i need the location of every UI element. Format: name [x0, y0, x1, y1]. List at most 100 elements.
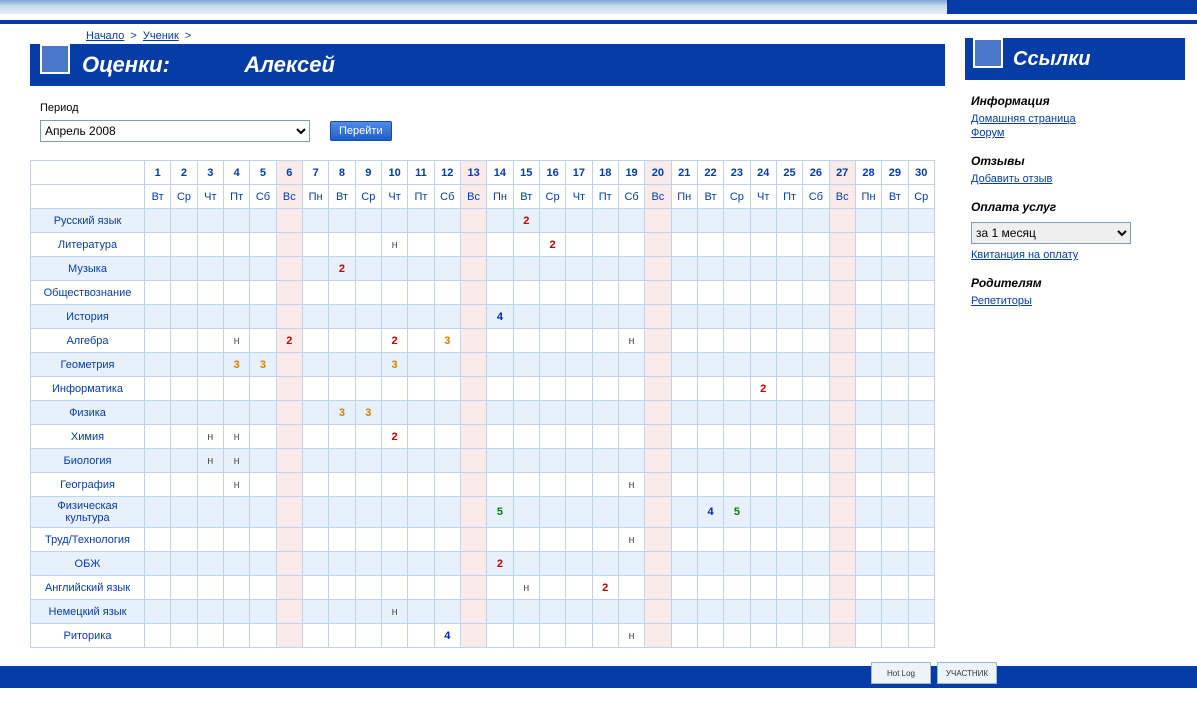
grade-cell[interactable] — [803, 425, 829, 449]
grade-cell[interactable] — [645, 401, 671, 425]
grade-cell[interactable] — [697, 329, 723, 353]
grade-cell[interactable]: 4 — [697, 497, 723, 528]
grade-cell[interactable] — [776, 353, 802, 377]
grade-cell[interactable] — [513, 353, 539, 377]
grade-cell[interactable] — [434, 600, 460, 624]
grade-cell[interactable] — [539, 528, 565, 552]
grade-cell[interactable] — [487, 281, 513, 305]
grade-cell[interactable] — [539, 281, 565, 305]
grade-cell[interactable] — [855, 257, 881, 281]
grade-cell[interactable] — [513, 528, 539, 552]
grade-cell[interactable] — [724, 233, 750, 257]
grade-cell[interactable] — [460, 528, 486, 552]
grade-cell[interactable] — [724, 552, 750, 576]
grade-cell[interactable] — [776, 305, 802, 329]
grade-cell[interactable] — [697, 281, 723, 305]
grade-cell[interactable] — [145, 528, 171, 552]
grade-cell[interactable] — [513, 257, 539, 281]
grade-cell[interactable] — [302, 401, 328, 425]
grade-cell[interactable] — [645, 449, 671, 473]
grade-cell[interactable] — [829, 449, 855, 473]
grade-cell[interactable] — [434, 528, 460, 552]
grade-cell[interactable] — [539, 473, 565, 497]
grade-cell[interactable] — [566, 257, 592, 281]
grade-cell[interactable] — [197, 552, 223, 576]
grade-cell[interactable] — [223, 497, 249, 528]
grade-cell[interactable] — [223, 401, 249, 425]
grade-cell[interactable] — [250, 449, 276, 473]
grade-cell[interactable]: 5 — [487, 497, 513, 528]
grade-cell[interactable] — [592, 425, 618, 449]
grade-cell[interactable] — [539, 305, 565, 329]
grade-cell[interactable] — [302, 329, 328, 353]
grade-cell[interactable] — [408, 449, 434, 473]
grade-cell[interactable] — [750, 473, 776, 497]
grade-cell[interactable] — [908, 624, 934, 648]
grade-cell[interactable] — [671, 425, 697, 449]
grade-cell[interactable] — [697, 552, 723, 576]
grade-cell[interactable] — [724, 209, 750, 233]
grade-cell[interactable] — [592, 600, 618, 624]
grade-cell[interactable] — [276, 353, 302, 377]
grade-cell[interactable] — [855, 600, 881, 624]
grade-cell[interactable] — [434, 353, 460, 377]
grade-cell[interactable] — [197, 233, 223, 257]
grade-cell[interactable] — [276, 473, 302, 497]
grade-cell[interactable] — [355, 473, 381, 497]
go-button[interactable]: Перейти — [330, 121, 392, 141]
grade-cell[interactable] — [697, 600, 723, 624]
grade-cell[interactable] — [302, 257, 328, 281]
grade-cell[interactable] — [645, 473, 671, 497]
grade-cell[interactable] — [750, 449, 776, 473]
grade-cell[interactable]: н — [223, 425, 249, 449]
grade-cell[interactable] — [460, 257, 486, 281]
grade-cell[interactable] — [855, 624, 881, 648]
grade-cell[interactable] — [803, 257, 829, 281]
grade-cell[interactable] — [592, 329, 618, 353]
grade-cell[interactable] — [803, 401, 829, 425]
grade-cell[interactable] — [197, 576, 223, 600]
grade-cell[interactable] — [803, 329, 829, 353]
grade-cell[interactable] — [697, 576, 723, 600]
grade-cell[interactable] — [171, 353, 197, 377]
grade-cell[interactable] — [513, 600, 539, 624]
grade-cell[interactable] — [197, 473, 223, 497]
grade-cell[interactable] — [671, 233, 697, 257]
grade-cell[interactable] — [276, 552, 302, 576]
grade-cell[interactable] — [882, 576, 908, 600]
grade-cell[interactable] — [645, 497, 671, 528]
grade-cell[interactable] — [855, 209, 881, 233]
grade-cell[interactable] — [750, 209, 776, 233]
grade-cell[interactable] — [671, 600, 697, 624]
grade-cell[interactable] — [381, 401, 407, 425]
grade-cell[interactable] — [776, 233, 802, 257]
grade-cell[interactable] — [250, 528, 276, 552]
grade-cell[interactable] — [302, 528, 328, 552]
grade-cell[interactable] — [355, 377, 381, 401]
grade-cell[interactable] — [618, 497, 644, 528]
grade-cell[interactable]: 3 — [250, 353, 276, 377]
grade-cell[interactable] — [618, 305, 644, 329]
grade-cell[interactable] — [197, 497, 223, 528]
grade-cell[interactable] — [381, 449, 407, 473]
grade-cell[interactable]: н — [197, 425, 223, 449]
grade-cell[interactable] — [223, 305, 249, 329]
grade-cell[interactable] — [908, 425, 934, 449]
grade-cell[interactable] — [460, 401, 486, 425]
grade-cell[interactable] — [329, 576, 355, 600]
grade-cell[interactable] — [408, 576, 434, 600]
grade-cell[interactable] — [882, 473, 908, 497]
grade-cell[interactable] — [539, 449, 565, 473]
grade-cell[interactable] — [803, 377, 829, 401]
grade-cell[interactable] — [566, 377, 592, 401]
grade-cell[interactable] — [145, 425, 171, 449]
grade-cell[interactable] — [566, 305, 592, 329]
grade-cell[interactable] — [434, 425, 460, 449]
grade-cell[interactable] — [908, 401, 934, 425]
grade-cell[interactable] — [250, 600, 276, 624]
grade-cell[interactable] — [250, 209, 276, 233]
grade-cell[interactable] — [724, 425, 750, 449]
grade-cell[interactable] — [592, 209, 618, 233]
grade-cell[interactable] — [645, 377, 671, 401]
grade-cell[interactable]: н — [223, 329, 249, 353]
